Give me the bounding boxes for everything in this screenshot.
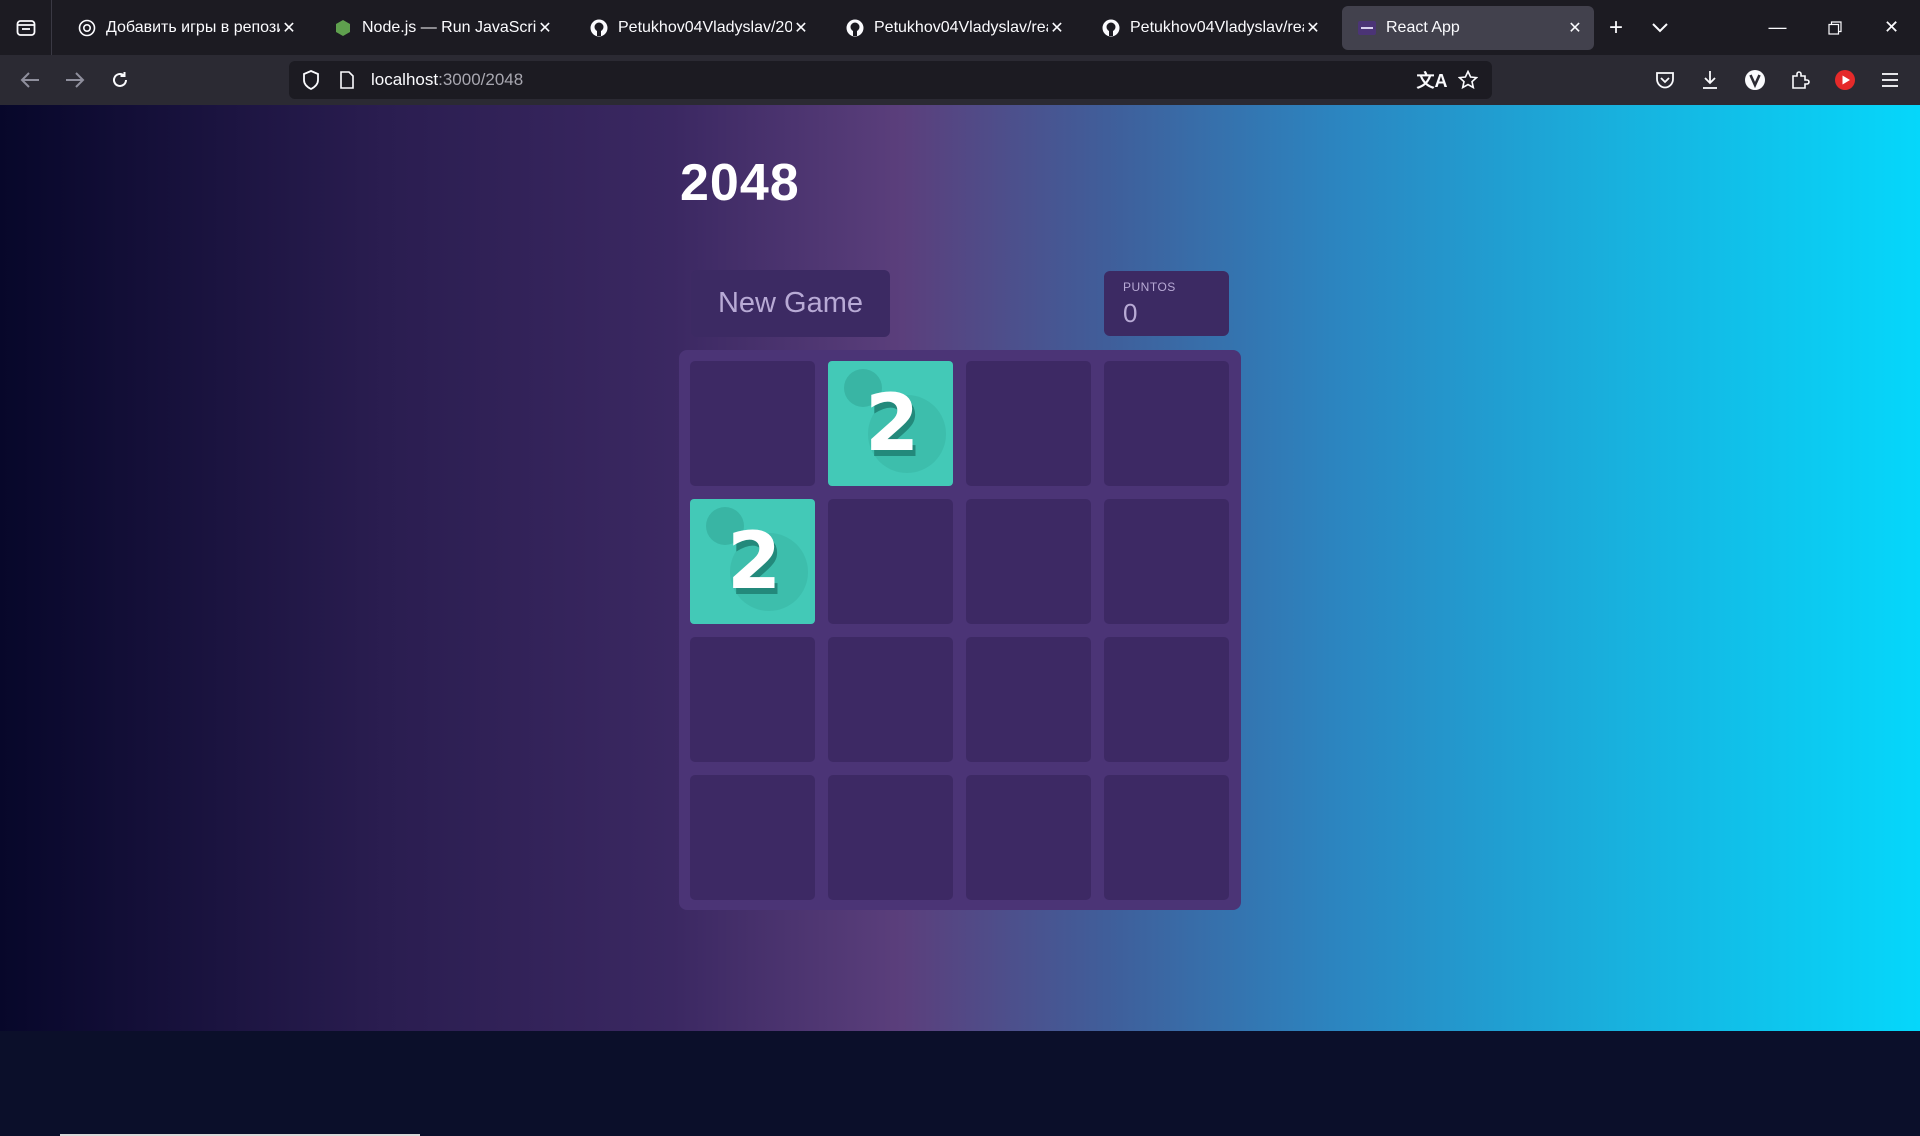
plus-icon: +	[1608, 13, 1623, 41]
github-icon	[590, 19, 608, 37]
tile-2: 22	[690, 499, 815, 624]
board-cell	[1104, 361, 1229, 486]
url-path: :3000/2048	[438, 70, 524, 89]
app-menu-button[interactable]	[1867, 60, 1912, 100]
tracking-shield-icon[interactable]	[293, 61, 329, 99]
game-title: 2048	[680, 154, 800, 212]
board-cell	[828, 499, 953, 624]
app-2048-icon	[1358, 19, 1376, 37]
address-bar-actions: 文A	[1414, 61, 1486, 99]
address-bar[interactable]: localhost:3000/2048 文A	[289, 61, 1492, 99]
tab-nodejs[interactable]: Node.js — Run JavaScript Ev ✕	[318, 6, 564, 50]
close-icon: ✕	[1883, 17, 1900, 37]
board-cell	[828, 775, 953, 900]
board-cell	[828, 637, 953, 762]
downloads-button[interactable]	[1687, 60, 1732, 100]
minimize-button[interactable]: —	[1749, 0, 1806, 55]
tab-title: Petukhov04Vladyslav/react-	[1130, 18, 1304, 36]
back-button[interactable]	[8, 60, 52, 100]
tab-github-2048[interactable]: Petukhov04Vladyslav/2048: ✕	[574, 6, 820, 50]
tab-github-react-2[interactable]: Petukhov04Vladyslav/react- ✕	[1086, 6, 1332, 50]
new-tab-button[interactable]: +	[1594, 6, 1638, 50]
tile-value: 2	[727, 517, 782, 607]
page-viewport: 2048 New Game PUNTOS 0 2222	[0, 105, 1920, 1136]
board-cell	[1104, 499, 1229, 624]
url-text[interactable]: localhost:3000/2048	[371, 70, 523, 90]
back-arrow-icon	[20, 72, 39, 88]
close-window-button[interactable]: ✕	[1863, 0, 1920, 55]
game-board: 2222	[679, 350, 1241, 910]
forward-arrow-icon	[66, 72, 85, 88]
board-cell	[966, 499, 1091, 624]
restore-button[interactable]	[1806, 0, 1863, 55]
tab-title: Petukhov04Vladyslav/2048:	[618, 18, 792, 36]
board-cell	[966, 637, 1091, 762]
firefox-view-icon	[16, 19, 35, 36]
board-cell	[1104, 637, 1229, 762]
pocket-button[interactable]	[1642, 60, 1687, 100]
openai-icon	[78, 19, 96, 37]
tab-react-app[interactable]: React App ✕	[1342, 5, 1594, 50]
score-value: 0	[1123, 298, 1138, 328]
board-cell	[690, 637, 815, 762]
reload-icon	[113, 72, 127, 87]
score-label: PUNTOS	[1123, 280, 1176, 294]
window-controls: — ✕	[1749, 0, 1920, 55]
new-game-button[interactable]: New Game	[691, 270, 890, 337]
minimize-icon: —	[1768, 17, 1787, 37]
tab-title: React App	[1386, 18, 1460, 36]
close-icon[interactable]: ✕	[792, 18, 810, 38]
pocket-icon	[1655, 72, 1674, 89]
close-icon[interactable]: ✕	[536, 18, 554, 38]
vpn-extension-button[interactable]	[1732, 60, 1777, 100]
bookmark-star-icon[interactable]	[1450, 61, 1486, 99]
score-box: PUNTOS 0	[1104, 271, 1229, 336]
chevron-down-icon	[1652, 22, 1668, 32]
tab-title: Node.js — Run JavaScript Ev	[362, 18, 536, 36]
firefox-view-button[interactable]	[0, 0, 52, 55]
tab-strip: Добавить игры в репозито ✕ Node.js — Run…	[0, 0, 1920, 55]
extensions-button[interactable]	[1777, 60, 1822, 100]
github-icon	[846, 19, 864, 37]
forward-button[interactable]	[53, 60, 97, 100]
restore-icon	[1827, 20, 1842, 35]
tab-chatgpt[interactable]: Добавить игры в репозито ✕	[62, 6, 308, 50]
tab-title: Petukhov04Vladyslav/react-	[874, 18, 1048, 36]
board-cell	[966, 775, 1091, 900]
list-all-tabs-button[interactable]	[1638, 6, 1682, 50]
youtube-extension-button[interactable]	[1822, 60, 1867, 100]
tab-github-react-1[interactable]: Petukhov04Vladyslav/react- ✕	[830, 6, 1076, 50]
translate-icon[interactable]: 文A	[1414, 61, 1450, 99]
navigation-toolbar: localhost:3000/2048 文A	[0, 55, 1920, 105]
reload-button[interactable]	[98, 60, 142, 100]
toolbar-extensions	[1642, 55, 1912, 105]
close-icon[interactable]: ✕	[1566, 18, 1584, 38]
board-cell	[966, 361, 1091, 486]
tile-value: 2	[865, 379, 920, 469]
v-extension-icon	[1744, 70, 1765, 90]
hamburger-menu-icon	[1881, 73, 1898, 87]
tile-2: 22	[828, 361, 953, 486]
github-icon	[1102, 19, 1120, 37]
url-host: localhost	[371, 70, 439, 89]
board-cell	[690, 775, 815, 900]
puzzle-icon	[1791, 71, 1810, 89]
close-icon[interactable]: ✕	[280, 18, 298, 38]
tab-title: Добавить игры в репозито	[106, 18, 280, 36]
page-info-icon[interactable]	[329, 61, 365, 99]
nodejs-icon	[334, 19, 352, 37]
close-icon[interactable]: ✕	[1304, 18, 1322, 38]
close-icon[interactable]: ✕	[1048, 18, 1066, 38]
board-cell	[690, 361, 815, 486]
download-icon	[1702, 71, 1717, 89]
board-cell	[1104, 775, 1229, 900]
youtube-icon	[1834, 70, 1855, 90]
